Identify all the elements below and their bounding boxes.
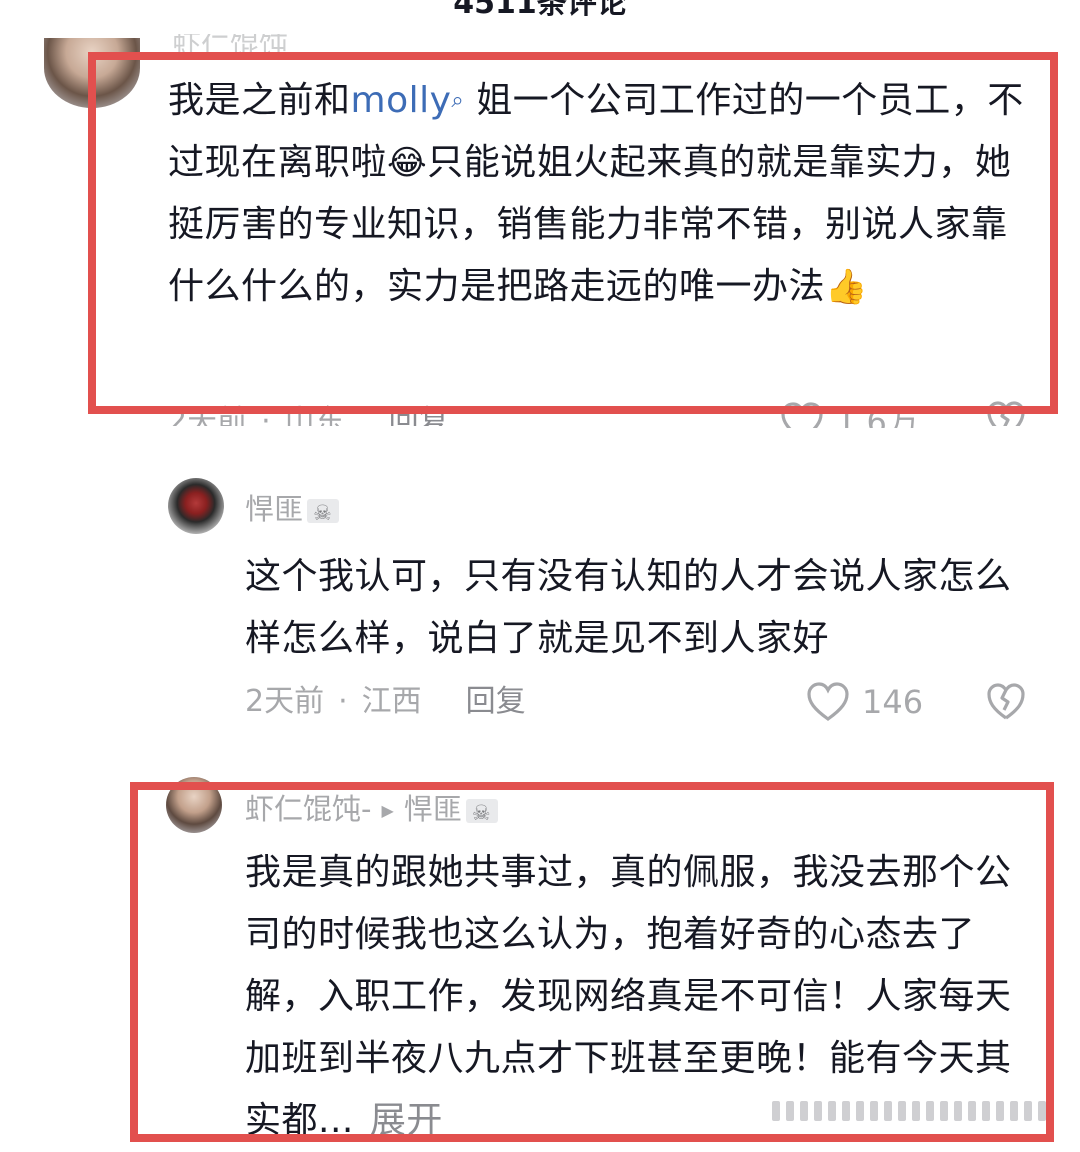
comment-meta: 2天前 · 山东 回复 (168, 404, 449, 439)
comment-location: 山东 (284, 404, 345, 439)
broken-heart-icon[interactable] (986, 400, 1026, 440)
separator-dot: · (261, 404, 271, 439)
pirate-flag-icon (465, 796, 498, 830)
avatar[interactable] (166, 777, 222, 833)
watermark-bar (940, 1101, 948, 1121)
broken-heart-icon[interactable] (986, 682, 1026, 722)
comment-username[interactable]: 虾仁馄饨 (172, 34, 288, 62)
watermark-bar (800, 1101, 808, 1121)
watermark-bar (968, 1101, 976, 1121)
heart-icon (781, 402, 823, 428)
search-icon: ⌕ (451, 88, 465, 113)
watermark-bar (954, 1101, 962, 1121)
expand-button[interactable]: 展开 (370, 1100, 443, 1141)
watermark-bar (772, 1101, 780, 1121)
watermark-bar (884, 1101, 892, 1121)
comment-text: 这个我认可，只有没有认知的人才会说人家怎么样怎么样，说白了就是见不到人家好 (245, 556, 1012, 659)
comment-text: 我是之前和molly⌕ 姐一个公司工作过的一个员工，不过现在离职啦😂只能说姐火起… (168, 70, 1028, 318)
reply-button[interactable]: 回复 (389, 404, 449, 426)
reply-button[interactable]: 回复 (466, 684, 526, 719)
thumbs-up-emoji: 👍 (825, 267, 868, 307)
comment-text-part: 我是之前和 (168, 80, 351, 121)
comment-username[interactable]: 虾仁馄饨- ▶ 悍匪 (245, 792, 498, 830)
watermark-bar (912, 1101, 920, 1121)
watermark-bar (814, 1101, 822, 1121)
watermark-bar (828, 1101, 836, 1121)
watermark-bar (1024, 1101, 1032, 1121)
comment-location: 江西 (361, 684, 422, 719)
watermark-bar (786, 1101, 794, 1121)
watermark-bar (1038, 1101, 1046, 1121)
comment-username[interactable]: 悍匪 (245, 492, 340, 530)
mention-link[interactable]: molly⌕ (351, 80, 465, 121)
avatar[interactable] (168, 478, 224, 534)
watermark-bar (870, 1101, 878, 1121)
play-arrow-icon: ▶ (381, 801, 394, 820)
comments-count-title: 4511条评论 (453, 0, 627, 21)
username-text: 悍匪 (245, 492, 304, 526)
watermark-bar (856, 1101, 864, 1121)
username-text: 虾仁馄饨- (245, 792, 372, 826)
comment-time: 2天前 (245, 684, 325, 719)
watermark-bar (842, 1101, 850, 1121)
like-count: 146 (862, 683, 924, 721)
comment-meta: 2天前 · 江西 回复 (245, 684, 526, 720)
watermark-bar (982, 1101, 990, 1121)
separator-dot: · (338, 684, 348, 719)
laughing-emoji: 😂 (387, 143, 428, 183)
reply-to-username: 悍匪 (403, 792, 462, 826)
mention-name: molly (350, 80, 452, 121)
like-button[interactable]: 146 (806, 682, 923, 722)
watermark-bar (996, 1101, 1004, 1121)
like-count: 1.6万 (836, 403, 919, 441)
watermark (772, 1094, 1058, 1128)
watermark-bar (898, 1101, 906, 1121)
pirate-flag-icon (307, 496, 340, 530)
comment-time: 2天前 (168, 404, 248, 439)
watermark-bar (1010, 1101, 1018, 1121)
watermark-bar (926, 1101, 934, 1121)
avatar[interactable] (44, 38, 140, 108)
like-button[interactable]: 1.6万 (780, 402, 919, 441)
heart-icon (807, 682, 849, 721)
